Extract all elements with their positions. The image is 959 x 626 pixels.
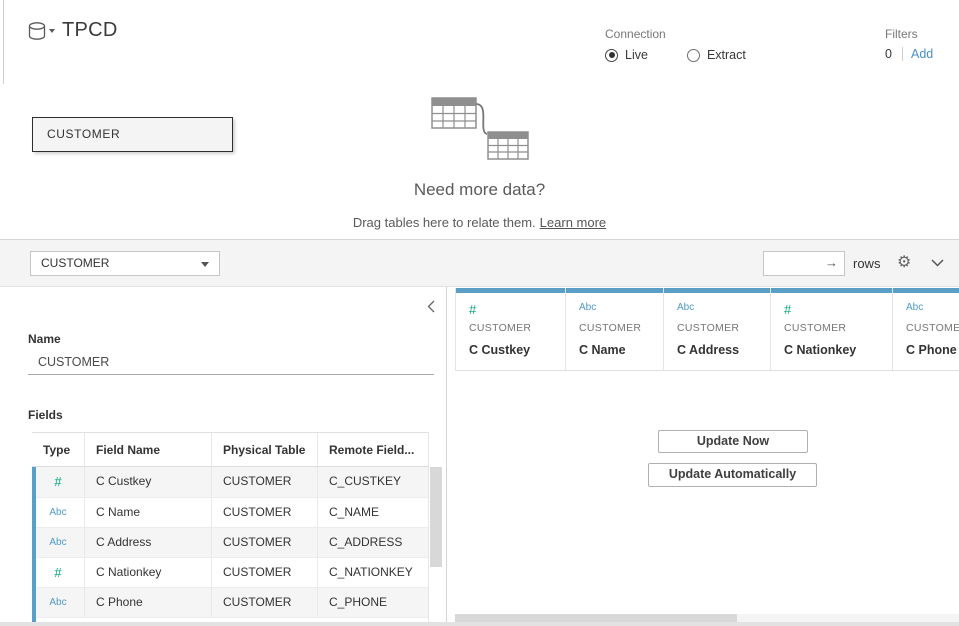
- update-now-button[interactable]: Update Now: [658, 430, 808, 453]
- collapse-panel-icon[interactable]: [427, 300, 435, 313]
- physical-table-cell: CUSTOMER: [212, 558, 318, 587]
- string-type-icon: Abc: [579, 302, 663, 318]
- string-type-icon: Abc: [677, 302, 770, 318]
- fields-table-body: # C Custkey CUSTOMER C_CUSTKEY Abc C Nam…: [32, 467, 428, 624]
- string-type-icon: Abc: [906, 302, 959, 318]
- table-toolbar: CUSTOMER → rows ⚙: [0, 240, 959, 287]
- physical-table-cell: CUSTOMER: [212, 528, 318, 557]
- update-automatically-button[interactable]: Update Automatically: [648, 463, 817, 487]
- gear-icon[interactable]: ⚙: [897, 253, 911, 273]
- field-row-c-phone[interactable]: Abc C Phone CUSTOMER C_PHONE: [32, 587, 428, 617]
- grid-horizontal-scrollbar-thumb[interactable]: [455, 614, 737, 622]
- grid-column-field: C Name: [579, 343, 663, 357]
- grid-column-field: C Nationkey: [784, 343, 892, 357]
- table-details-panel: Name Fields Type Field Name Physical Tab…: [0, 287, 447, 626]
- grid-column-table: CUSTOMER: [677, 322, 770, 334]
- grid-column-c-phone[interactable]: Abc CUSTOMER C Phone: [893, 288, 959, 370]
- grid-column-c-name[interactable]: Abc CUSTOMER C Name: [566, 288, 664, 370]
- physical-table-cell: CUSTOMER: [212, 467, 318, 497]
- relationship-canvas: CUSTOMER Need more data? D: [0, 84, 959, 240]
- connection-label: Connection: [605, 27, 785, 41]
- col-header-remote-field[interactable]: Remote Field...: [318, 433, 429, 466]
- name-label: Name: [28, 332, 61, 346]
- field-row-c-custkey[interactable]: # C Custkey CUSTOMER C_CUSTKEY: [32, 467, 428, 497]
- grid-column-table: CUSTOMER: [906, 322, 959, 334]
- radio-extract-label: Extract: [707, 48, 746, 62]
- col-header-field-name[interactable]: Field Name: [85, 433, 212, 466]
- filters-count: 0: [885, 47, 897, 61]
- field-row-c-address[interactable]: Abc C Address CUSTOMER C_ADDRESS: [32, 527, 428, 557]
- rows-label: rows: [853, 256, 880, 271]
- radio-extract-icon[interactable]: [687, 49, 700, 62]
- number-type-icon: #: [32, 558, 85, 587]
- empty-state-title: Need more data?: [0, 180, 959, 200]
- filters-divider: [902, 47, 903, 61]
- col-header-type[interactable]: Type: [32, 433, 85, 466]
- grid-column-c-address[interactable]: Abc CUSTOMER C Address: [664, 288, 771, 370]
- table-selection-accent: [32, 467, 36, 624]
- grid-column-table: CUSTOMER: [579, 322, 663, 334]
- grid-column-c-nationkey[interactable]: # CUSTOMER C Nationkey: [771, 288, 893, 370]
- learn-more-link[interactable]: Learn more: [540, 215, 606, 230]
- remote-field-cell: C_CUSTKEY: [318, 467, 429, 497]
- grid-column-c-custkey[interactable]: # CUSTOMER C Custkey: [456, 288, 566, 370]
- fields-vertical-scrollbar[interactable]: [430, 467, 442, 567]
- field-name-cell: C Nationkey: [85, 558, 212, 587]
- string-type-icon: Abc: [32, 528, 85, 557]
- col-header-physical-table[interactable]: Physical Table: [212, 433, 318, 466]
- table-select-value: CUSTOMER: [41, 256, 109, 270]
- radio-live-label: Live: [625, 48, 648, 62]
- window-bottom-edge: [0, 622, 959, 626]
- physical-table-cell: CUSTOMER: [212, 498, 318, 527]
- grid-column-table: CUSTOMER: [784, 322, 892, 334]
- radio-live-icon[interactable]: [605, 49, 618, 62]
- string-type-icon: Abc: [32, 498, 85, 527]
- empty-state-hint: Drag tables here to relate them. Learn mo…: [0, 215, 959, 230]
- fields-table: Type Field Name Physical Table Remote Fi…: [32, 432, 429, 624]
- data-preview-grid: # CUSTOMER C Custkey Abc CUSTOMER C Name…: [455, 288, 959, 626]
- number-type-icon: #: [784, 302, 892, 318]
- number-type-icon: #: [32, 467, 85, 497]
- field-row-c-nationkey[interactable]: # C Nationkey CUSTOMER C_NATIONKEY: [32, 557, 428, 587]
- grid-column-field: C Address: [677, 343, 770, 357]
- remote-field-cell: C_NATIONKEY: [318, 558, 429, 587]
- grid-column-table: CUSTOMER: [469, 322, 565, 334]
- chevron-down-icon[interactable]: [931, 259, 944, 267]
- radio-live[interactable]: Live: [605, 48, 648, 62]
- rows-input-box: →: [763, 251, 845, 276]
- grid-horizontal-scrollbar[interactable]: [455, 614, 959, 622]
- field-name-cell: C Name: [85, 498, 212, 527]
- grid-column-field: C Phone: [906, 343, 959, 357]
- physical-table-cell: CUSTOMER: [212, 588, 318, 617]
- tableau-datasource-page: TPCD Connection Live Extract Filters 0 A…: [0, 0, 959, 626]
- filters-section: Filters 0 Add: [885, 27, 933, 61]
- rows-input[interactable]: [763, 251, 845, 276]
- fields-label: Fields: [28, 408, 63, 422]
- relate-tables-illustration: [430, 96, 532, 162]
- database-icon[interactable]: [27, 21, 57, 43]
- field-name-cell: C Address: [85, 528, 212, 557]
- add-filter-link[interactable]: Add: [911, 47, 933, 61]
- remote-field-cell: C_PHONE: [318, 588, 429, 617]
- chevron-down-icon: [201, 262, 209, 267]
- remote-field-cell: C_NAME: [318, 498, 429, 527]
- string-type-icon: Abc: [32, 588, 85, 617]
- header: TPCD Connection Live Extract Filters 0 A…: [0, 0, 959, 84]
- field-row-c-name[interactable]: Abc C Name CUSTOMER C_NAME: [32, 497, 428, 527]
- table-name-input[interactable]: [28, 350, 434, 375]
- table-select-dropdown[interactable]: CUSTOMER: [30, 251, 220, 276]
- page-title: TPCD: [62, 19, 118, 42]
- canvas-table-node-customer[interactable]: CUSTOMER: [32, 117, 233, 152]
- radio-extract[interactable]: Extract: [687, 48, 746, 62]
- remote-field-cell: C_ADDRESS: [318, 528, 429, 557]
- filters-label: Filters: [885, 27, 933, 41]
- connection-section: Connection Live Extract: [605, 27, 785, 62]
- number-type-icon: #: [469, 302, 565, 318]
- field-name-cell: C Custkey: [85, 467, 212, 497]
- empty-state-hint-text: Drag tables here to relate them.: [353, 215, 536, 230]
- fields-table-header: Type Field Name Physical Table Remote Fi…: [32, 433, 428, 467]
- grid-column-field: C Custkey: [469, 343, 565, 357]
- grid-header-row: # CUSTOMER C Custkey Abc CUSTOMER C Name…: [455, 288, 959, 371]
- field-name-cell: C Phone: [85, 588, 212, 617]
